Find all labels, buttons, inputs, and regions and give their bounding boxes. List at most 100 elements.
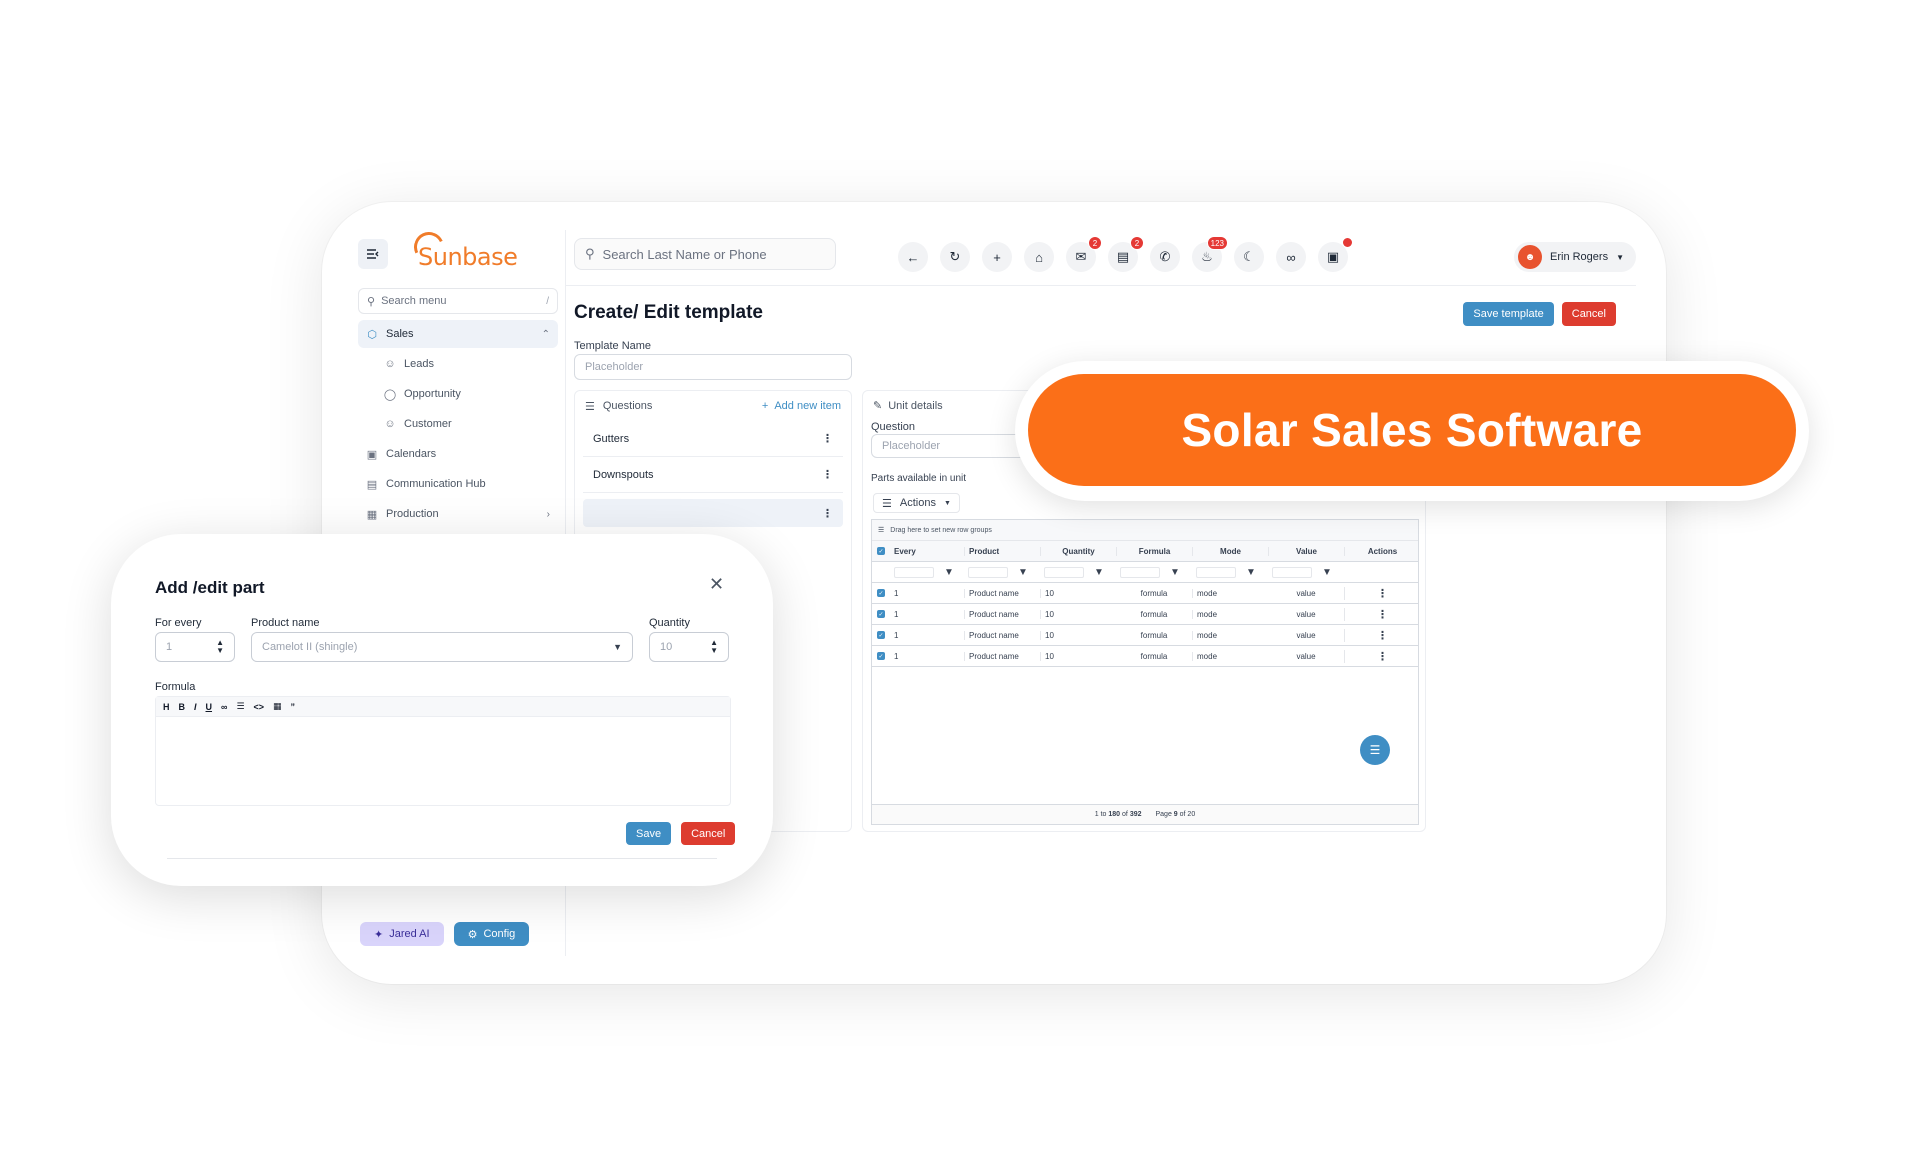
chevron-right-icon: ›: [547, 509, 550, 520]
more-vertical-icon[interactable]: ⋮: [822, 507, 833, 520]
sidebar-item-sales[interactable]: ⬡ Sales ⌃: [358, 320, 558, 348]
config-button[interactable]: ⚙ Config: [454, 922, 530, 946]
window-button[interactable]: ▣: [1318, 242, 1348, 272]
filter-cell[interactable]: ▼: [1192, 567, 1268, 578]
quantity-value: 10: [660, 641, 672, 653]
filter-icon[interactable]: ▼: [1322, 567, 1332, 578]
add-button[interactable]: +: [982, 242, 1012, 272]
floating-menu-button[interactable]: ☰: [1360, 735, 1390, 765]
user-menu[interactable]: ☻ Erin Rogers ▼: [1514, 242, 1636, 272]
column-header[interactable]: Value: [1268, 547, 1344, 556]
table-icon[interactable]: ▦: [273, 701, 282, 712]
column-header[interactable]: Actions: [1344, 547, 1420, 556]
sidebar-item-opportunity[interactable]: ◯ Opportunity: [358, 380, 558, 408]
select-all-checkbox[interactable]: ✓: [877, 547, 885, 555]
filter-cell[interactable]: ▼: [964, 567, 1040, 578]
phone-button[interactable]: ✆: [1150, 242, 1180, 272]
chat-button[interactable]: ▤ 2: [1108, 242, 1138, 272]
list-item[interactable]: Gutters ⋮: [583, 421, 843, 457]
column-header[interactable]: Formula: [1116, 547, 1192, 556]
quantity-stepper[interactable]: 10 ▲▼: [649, 632, 729, 662]
row-checkbox[interactable]: ✓: [877, 610, 885, 618]
column-header[interactable]: Quantity: [1040, 547, 1116, 556]
table-row[interactable]: ✓ 1 Product name 10 formula mode value ⋮: [872, 625, 1418, 646]
notifications-button[interactable]: ♨ 123: [1192, 242, 1222, 272]
save-template-button[interactable]: Save template: [1463, 302, 1553, 326]
dialog-actions: Save Cancel: [626, 822, 735, 845]
sidebar-item-customer[interactable]: ☺ Customer: [358, 410, 558, 438]
filter-cell[interactable]: ▼: [890, 567, 964, 578]
sidebar-nav: ⬡ Sales ⌃ ☺ Leads ◯ Opportunity ☺ Custom…: [358, 320, 558, 530]
add-new-item-button[interactable]: + Add new item: [762, 400, 841, 412]
more-vertical-icon[interactable]: ⋮: [822, 432, 833, 445]
row-checkbox[interactable]: ✓: [877, 631, 885, 639]
product-name-select[interactable]: Camelot II (shingle) ▼: [251, 632, 633, 662]
filter-icon[interactable]: ▼: [1018, 567, 1028, 578]
template-name-input[interactable]: Placeholder: [574, 354, 852, 380]
refresh-button[interactable]: ↻: [940, 242, 970, 272]
list-item-selected[interactable]: ⋮: [583, 499, 843, 527]
more-vertical-icon[interactable]: ⋮: [1344, 608, 1420, 621]
row-checkbox[interactable]: ✓: [877, 589, 885, 597]
sidebar-item-leads[interactable]: ☺ Leads: [358, 350, 558, 378]
code-icon[interactable]: <>: [254, 702, 265, 712]
table-row[interactable]: ✓ 1 Product name 10 formula mode value ⋮: [872, 604, 1418, 625]
sunbase-logo[interactable]: Sunbase: [412, 232, 522, 272]
more-vertical-icon[interactable]: ⋮: [1344, 629, 1420, 642]
filter-input[interactable]: [1044, 567, 1084, 578]
link-icon[interactable]: ∞: [221, 702, 227, 712]
formula-editor[interactable]: H B I U ∞ ☰ <> ▦ ”: [155, 696, 731, 806]
stepper-icon[interactable]: ▲▼: [216, 639, 224, 655]
row-checkbox[interactable]: ✓: [877, 652, 885, 660]
filter-icon[interactable]: ▼: [1094, 567, 1104, 578]
glasses-button[interactable]: ∞: [1276, 242, 1306, 272]
for-every-stepper[interactable]: 1 ▲▼: [155, 632, 235, 662]
more-vertical-icon[interactable]: ⋮: [1344, 587, 1420, 600]
actions-dropdown[interactable]: ☰ Actions ▼: [873, 493, 960, 513]
italic-icon[interactable]: I: [194, 702, 197, 712]
filter-icon[interactable]: ▼: [944, 567, 954, 578]
global-search-input[interactable]: ⚲ Search Last Name or Phone: [574, 238, 836, 270]
sidebar-item-calendars[interactable]: ▣ Calendars: [358, 440, 558, 468]
list-item[interactable]: Downspouts ⋮: [583, 457, 843, 493]
menu-collapse-button[interactable]: [358, 239, 388, 269]
column-header[interactable]: Mode: [1192, 547, 1268, 556]
sidebar-item-communication-hub[interactable]: ▤ Communication Hub: [358, 470, 558, 498]
filter-icon[interactable]: ▼: [1246, 567, 1256, 578]
cancel-button[interactable]: Cancel: [681, 822, 735, 845]
filter-icon[interactable]: ▼: [1170, 567, 1180, 578]
search-menu-input[interactable]: ⚲ Search menu /: [358, 288, 558, 314]
cancel-button[interactable]: Cancel: [1562, 302, 1616, 326]
table-row[interactable]: ✓ 1 Product name 10 formula mode value ⋮: [872, 646, 1418, 667]
column-header[interactable]: Every: [890, 547, 964, 556]
quote-icon[interactable]: ”: [291, 702, 296, 712]
filter-cell[interactable]: ▼: [1040, 567, 1116, 578]
close-icon[interactable]: ✕: [709, 574, 724, 595]
column-header[interactable]: Product: [964, 547, 1040, 556]
jared-ai-button[interactable]: ✦ Jared AI: [360, 922, 444, 946]
filter-input[interactable]: [1272, 567, 1312, 578]
more-vertical-icon[interactable]: ⋮: [1344, 650, 1420, 663]
cell-every: 1: [890, 652, 964, 661]
more-vertical-icon[interactable]: ⋮: [822, 468, 833, 481]
filter-cell[interactable]: ▼: [1116, 567, 1192, 578]
dark-mode-button[interactable]: ☾: [1234, 242, 1264, 272]
filter-input[interactable]: [894, 567, 934, 578]
list-icon[interactable]: ☰: [236, 701, 244, 712]
bold-icon[interactable]: B: [179, 702, 186, 712]
table-row[interactable]: ✓ 1 Product name 10 formula mode value ⋮: [872, 583, 1418, 604]
filter-input[interactable]: [1196, 567, 1236, 578]
filter-input[interactable]: [968, 567, 1008, 578]
sidebar-item-production[interactable]: ▦ Production ›: [358, 500, 558, 528]
row-group-dropzone[interactable]: ☰ Drag here to set new row groups: [872, 520, 1418, 541]
filter-input[interactable]: [1120, 567, 1160, 578]
save-button[interactable]: Save: [626, 822, 671, 845]
filter-cell[interactable]: ▼: [1268, 567, 1344, 578]
back-button[interactable]: ←: [898, 242, 928, 272]
heading-icon[interactable]: H: [163, 702, 170, 712]
parts-grid: ☰ Drag here to set new row groups ✓ Ever…: [871, 519, 1419, 825]
stepper-icon[interactable]: ▲▼: [710, 639, 718, 655]
underline-icon[interactable]: U: [206, 702, 213, 712]
home-button[interactable]: ⌂: [1024, 242, 1054, 272]
mail-button[interactable]: ✉ 2: [1066, 242, 1096, 272]
